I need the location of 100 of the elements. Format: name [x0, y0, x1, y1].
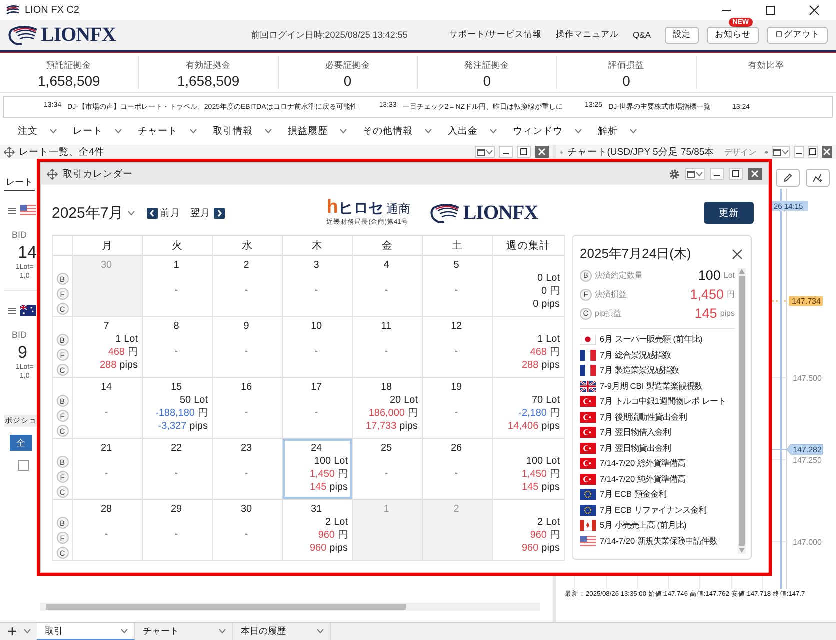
header-button[interactable]: お知らせ	[707, 26, 759, 44]
day-cell[interactable]: 15 50 Lot -188,180 円 -3,327 pips	[143, 378, 213, 439]
close-button[interactable]	[748, 168, 762, 180]
header-button[interactable]: 設定	[665, 26, 699, 44]
indicator-button[interactable]	[806, 169, 830, 187]
japan-flag-icon	[580, 334, 596, 346]
close-icon[interactable]	[732, 248, 743, 260]
day-cell[interactable]: 3 -	[283, 256, 353, 317]
draw-button[interactable]	[776, 169, 800, 187]
event-text: 5月 小売売上高 (前月比)	[600, 520, 687, 532]
unit-label: Lot	[404, 394, 418, 407]
amount-value: 468	[530, 346, 547, 359]
day-cell[interactable]: 16 -	[213, 378, 283, 439]
layout-dropdown-button[interactable]	[772, 146, 790, 158]
workspace-tab[interactable]: 取引	[37, 623, 135, 640]
menu-item[interactable]: 注文	[14, 123, 61, 140]
day-cell[interactable]: 5 -	[423, 256, 493, 317]
day-cell[interactable]: 23 -	[213, 439, 283, 500]
day-cell[interactable]: 28 -	[73, 500, 143, 561]
menu-item[interactable]: ウィンドウ	[509, 123, 586, 140]
unit-label: 円	[338, 468, 348, 481]
menu-item[interactable]: チャート	[134, 123, 201, 140]
canada-flag-icon	[580, 520, 596, 532]
menu-icon[interactable]	[8, 206, 16, 214]
move-icon[interactable]	[47, 168, 58, 180]
day-cell[interactable]: 10 -	[283, 317, 353, 378]
maximize-icon[interactable]	[764, 4, 776, 16]
unit-label: 円	[338, 529, 348, 542]
menu-item[interactable]: 取引情報	[209, 123, 276, 140]
refresh-button[interactable]: 更新	[704, 202, 754, 224]
day-cell[interactable]: 8 -	[143, 317, 213, 378]
day-cell[interactable]: 30 -	[213, 500, 283, 561]
move-icon[interactable]	[4, 146, 15, 158]
caret-icon	[575, 129, 582, 134]
chart-add-icon	[812, 173, 824, 183]
checkbox[interactable]	[18, 460, 29, 471]
day-cell[interactable]: 17 -	[283, 378, 353, 439]
account-value: 1,658,509	[177, 73, 240, 89]
event-text: 7-9月期 CBI 製造業楽観視数	[600, 380, 702, 392]
turkey-flag-icon	[580, 427, 596, 438]
day-cell[interactable]: 7 1 Lot 468 円 288 pips	[73, 317, 143, 378]
minimize-button[interactable]	[499, 146, 513, 158]
maximize-button[interactable]	[517, 146, 531, 158]
day-cell[interactable]: 9 -	[213, 317, 283, 378]
unit-label: Lot	[124, 333, 138, 346]
account-label: 有効比率	[748, 60, 784, 72]
day-cell[interactable]: 29 -	[143, 500, 213, 561]
menu-item[interactable]: 損益履歴	[284, 123, 351, 140]
empty-mark: -	[314, 407, 320, 418]
price-axis-label: 147.000	[793, 538, 822, 547]
account-value: 0	[344, 73, 352, 89]
day-cell[interactable]: 21 -	[73, 439, 143, 500]
settings-icon[interactable]	[669, 168, 680, 180]
menu-item[interactable]: 解析	[594, 123, 641, 140]
day-cell[interactable]: 18 20 Lot 186,000 円 17,733 pips	[353, 378, 423, 439]
unit-label: pips	[542, 359, 560, 372]
menu-item[interactable]: その他情報	[359, 123, 436, 140]
unit-label: Lot	[334, 516, 348, 529]
menu-item[interactable]: 入出金	[444, 123, 501, 140]
maximize-button[interactable]	[729, 168, 743, 180]
price-axis-label: 147.500	[793, 374, 822, 383]
close-button[interactable]	[535, 146, 549, 158]
day-cell[interactable]: 2 -	[213, 256, 283, 317]
day-cell[interactable]: 11 -	[353, 317, 423, 378]
next-month-button[interactable]: 翌月	[188, 206, 227, 220]
header-link[interactable]: Q&A	[633, 30, 651, 40]
date-number: 26	[450, 442, 464, 455]
layout-dropdown-button[interactable]	[475, 146, 495, 158]
day-cell[interactable]: 19 -	[423, 378, 493, 439]
close-button[interactable]	[822, 146, 832, 158]
header-link[interactable]: サポート/サービス情報	[450, 29, 542, 41]
unit-label: Lot	[334, 455, 348, 468]
day-cell[interactable]: 22 -	[143, 439, 213, 500]
header-button[interactable]: ログアウト	[767, 26, 828, 44]
layout-dropdown-button[interactable]	[685, 168, 705, 180]
rate-tab[interactable]: レート	[4, 175, 35, 191]
minimize-button[interactable]	[794, 146, 804, 158]
event-text: 7月 ECB リファイナンス金利	[600, 504, 706, 516]
chevron-right-icon	[214, 208, 225, 218]
maximize-button[interactable]	[808, 146, 818, 158]
day-cell[interactable]: 14 -	[73, 378, 143, 439]
column-header: 木	[283, 236, 353, 256]
month-dropdown[interactable]: 2025年7月	[52, 204, 135, 222]
horizontal-scrollbar[interactable]	[40, 603, 540, 611]
day-cell[interactable]: 12 -	[423, 317, 493, 378]
event-text: 7月 後期流動性貸出金利	[600, 412, 687, 423]
all-button[interactable]: 全	[10, 435, 32, 451]
prev-month-button[interactable]: 前月	[144, 206, 183, 220]
menu-icon[interactable]	[8, 306, 16, 314]
add-icon[interactable]	[8, 627, 17, 636]
menu-item[interactable]: レート	[69, 123, 126, 140]
header-link[interactable]: 操作マニュアル	[556, 29, 620, 41]
minimize-button[interactable]	[710, 168, 724, 180]
day-cell[interactable]: 24 100 Lot 1,450 円 145 pips	[283, 439, 353, 500]
day-cell[interactable]: 1 -	[143, 256, 213, 317]
day-cell[interactable]: 4 -	[353, 256, 423, 317]
caret-icon[interactable]	[24, 629, 31, 634]
close-icon[interactable]	[808, 4, 820, 16]
turkey-flag-icon	[580, 412, 596, 423]
date-number: 31	[310, 503, 324, 516]
